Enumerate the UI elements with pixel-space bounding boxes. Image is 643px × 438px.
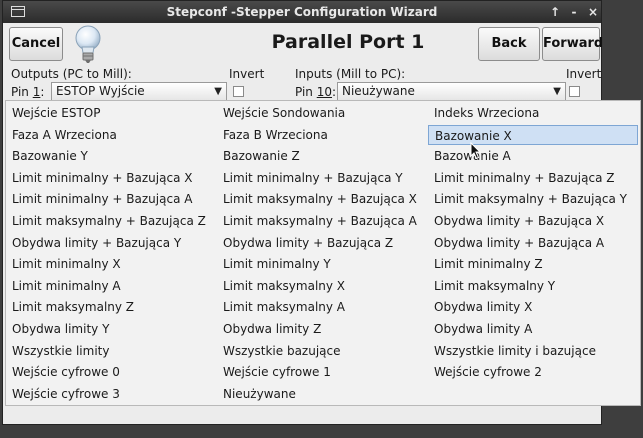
maximize-button[interactable]: ↑	[547, 4, 563, 20]
forward-button[interactable]: Forward	[542, 27, 603, 61]
dropdown-option[interactable]: Wejście cyfrowe 1	[217, 362, 425, 382]
close-button[interactable]: ×	[585, 4, 601, 20]
dropdown-option[interactable]: Limit maksymalny + Bazująca A	[217, 211, 425, 231]
dropdown-option[interactable]: Limit minimalny + Bazująca Z	[428, 168, 638, 188]
dropdown-option[interactable]: Wejście cyfrowe 2	[428, 362, 638, 382]
outputs-invert-label: Invert	[229, 67, 265, 81]
dropdown-option[interactable]: Wszystkie bazujące	[217, 341, 425, 361]
dropdown-option[interactable]: Obydwa limity + Bazująca A	[428, 233, 638, 253]
dropdown-option[interactable]: Obydwa limity + Bazująca Z	[217, 233, 425, 253]
dropdown-option[interactable]: Nieużywane	[217, 384, 425, 404]
dropdown-option[interactable]: Obydwa limity A	[428, 319, 638, 339]
dropdown-option[interactable]: Limit minimalny + Bazująca Y	[217, 168, 425, 188]
dropdown-option[interactable]: Obydwa limity X	[428, 297, 638, 317]
dropdown-option[interactable]: Limit minimalny + Bazująca A	[6, 189, 214, 209]
dropdown-option[interactable]: Limit minimalny Y	[217, 254, 425, 274]
mouse-pointer-icon	[470, 142, 482, 160]
dropdown-option[interactable]: Limit minimalny X	[6, 254, 214, 274]
dropdown-option[interactable]: Obydwa limity Z	[217, 319, 425, 339]
dropdown-option[interactable]: Wszystkie limity i bazujące	[428, 341, 638, 361]
output-pin-select[interactable]: ESTOP Wyjście ▼	[51, 82, 227, 101]
dropdown-option[interactable]: Limit maksymalny + Bazująca Z	[6, 211, 214, 231]
input-pin-select[interactable]: Nieużywane ▼	[337, 82, 566, 101]
inputs-header: Inputs (Mill to PC):	[295, 67, 406, 81]
output-pin-label: Pin 1:	[11, 85, 45, 99]
dropdown-option[interactable]: Limit minimalny A	[6, 276, 214, 296]
dropdown-arrow-icon: ▼	[214, 86, 222, 97]
dropdown-option[interactable]: Bazowanie Y	[6, 146, 214, 166]
dropdown-option[interactable]: Obydwa limity + Bazująca Y	[6, 233, 214, 253]
dropdown-option[interactable]: Indeks Wrzeciona	[428, 103, 638, 123]
back-button[interactable]: Back	[478, 27, 540, 61]
dropdown-option[interactable]: Wszystkie limity	[6, 341, 214, 361]
dropdown-option[interactable]: Limit maksymalny A	[217, 297, 425, 317]
dropdown-option[interactable]: Wejście cyfrowe 3	[6, 384, 214, 404]
dropdown-arrow-icon: ▼	[553, 86, 561, 97]
inputs-invert-label: Invert	[566, 67, 602, 81]
dropdown-option[interactable]: Wejście Sondowania	[217, 103, 425, 123]
input-pin-dropdown-menu: Wejście ESTOP Wejście Sondowania Indeks Wr…	[5, 100, 641, 406]
input-invert-checkbox[interactable]	[569, 86, 580, 97]
page-title: Parallel Port 1	[271, 31, 425, 53]
dropdown-option[interactable]: Wejście ESTOP	[6, 103, 214, 123]
dropdown-option[interactable]: Limit maksymalny Z	[6, 297, 214, 317]
dropdown-option[interactable]: Obydwa limity + Bazująca X	[428, 211, 638, 231]
dropdown-option[interactable]: Faza A Wrzeciona	[6, 125, 214, 145]
input-pin-label: Pin 10:	[295, 85, 337, 99]
minimize-button[interactable]: -	[566, 4, 582, 20]
dropdown-option[interactable]: Bazowanie A	[428, 146, 638, 166]
input-pin-value: Nieużywane	[342, 84, 415, 98]
dropdown-option[interactable]: Faza B Wrzeciona	[217, 125, 425, 145]
dropdown-option[interactable]: Limit maksymalny X	[217, 276, 425, 296]
dropdown-option[interactable]: Bazowanie X	[428, 124, 638, 145]
dropdown-option[interactable]: Limit maksymalny Y	[428, 276, 638, 296]
lightbulb-icon	[75, 25, 101, 63]
window-title: Stepconf -Stepper Configuration Wizard	[166, 5, 438, 19]
dropdown-option[interactable]: Bazowanie Z	[217, 146, 425, 166]
dropdown-option[interactable]: Obydwa limity Y	[6, 319, 214, 339]
dropdown-option[interactable]: Limit maksymalny + Bazująca X	[217, 189, 425, 209]
cancel-button[interactable]: Cancel	[9, 27, 63, 61]
dropdown-option[interactable]: Limit minimalny Z	[428, 254, 638, 274]
title-bar[interactable]: Stepconf -Stepper Configuration Wizard ↑…	[3, 1, 601, 23]
dropdown-option[interactable]: Limit minimalny + Bazująca X	[6, 168, 214, 188]
output-invert-checkbox[interactable]	[233, 86, 244, 97]
outputs-header: Outputs (PC to Mill):	[11, 67, 132, 81]
dropdown-option[interactable]: Limit maksymalny + Bazująca Y	[428, 189, 638, 209]
output-pin-value: ESTOP Wyjście	[56, 84, 145, 98]
dropdown-option[interactable]: Wejście cyfrowe 0	[6, 362, 214, 382]
